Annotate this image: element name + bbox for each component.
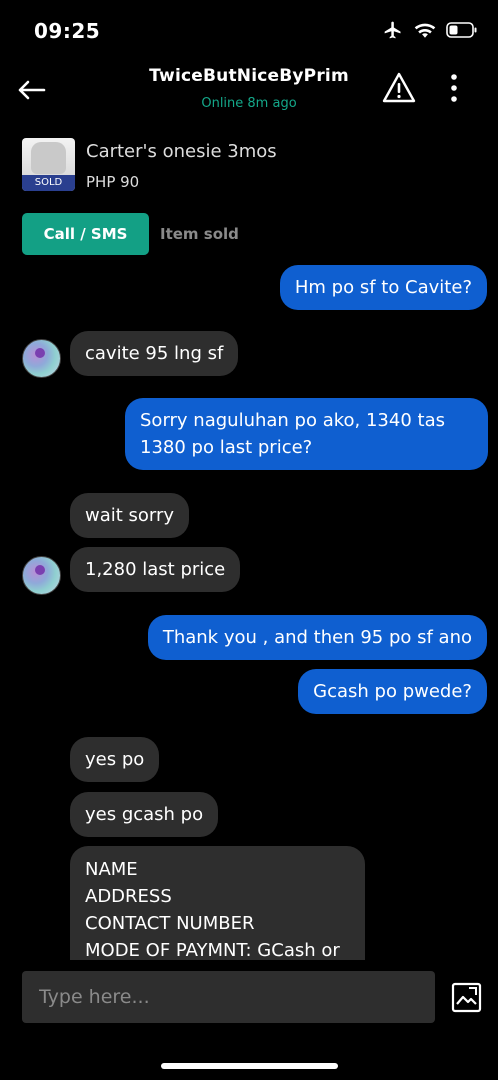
item-sold-status: Item sold xyxy=(160,225,239,243)
message-bubble-received: yes po xyxy=(70,737,160,782)
call-sms-button[interactable]: Call / SMS xyxy=(22,213,149,255)
gallery-icon[interactable] xyxy=(451,982,482,1013)
message-bubble-received: NAME ADDRESS CONTACT NUMBER MODE OF PAYM… xyxy=(70,846,365,960)
status-icons xyxy=(382,20,478,40)
message-bubble-received: wait sorry xyxy=(70,493,190,538)
message-bubble-sent: Gcash po pwede? xyxy=(298,669,487,714)
chat-header: TwiceButNiceByPrim Online 8m ago xyxy=(0,62,498,122)
status-bar: 09:25 xyxy=(0,0,498,62)
home-indicator[interactable] xyxy=(161,1063,338,1069)
avatar[interactable] xyxy=(22,339,61,378)
battery-icon xyxy=(446,22,477,38)
item-thumbnail[interactable]: SOLD xyxy=(22,138,75,191)
message-bubble-sent: Hm po sf to Cavite? xyxy=(279,265,487,310)
message-line: NAME xyxy=(85,859,138,880)
message-input[interactable] xyxy=(22,971,435,1023)
message-bubble-received: 1,280 last price xyxy=(70,547,241,592)
item-card[interactable]: SOLD Carter's onesie 3mos PHP 90 xyxy=(22,138,482,194)
sold-tag: SOLD xyxy=(22,175,75,191)
message-bubble-sent: Sorry naguluhan po ako, 1340 tas 1380 po… xyxy=(125,398,488,470)
item-name: Carter's onesie 3mos xyxy=(86,141,277,162)
wifi-icon xyxy=(414,23,436,38)
message-line: CONTACT NUMBER xyxy=(85,913,255,934)
avatar[interactable] xyxy=(22,556,61,595)
more-vertical-icon[interactable] xyxy=(440,70,468,106)
message-bubble-received: cavite 95 lng sf xyxy=(70,331,239,376)
status-time: 09:25 xyxy=(34,19,101,43)
online-status: Online 8m ago xyxy=(201,96,297,111)
message-line: MODE OF PAYMNT: GCash or xyxy=(85,940,340,960)
airplane-icon xyxy=(384,21,401,39)
message-input-container[interactable] xyxy=(22,971,435,1023)
warning-icon[interactable] xyxy=(381,70,417,106)
item-price: PHP 90 xyxy=(86,173,140,191)
message-line: ADDRESS xyxy=(85,886,172,907)
seller-name: TwiceButNiceByPrim xyxy=(149,66,349,86)
message-bubble-received: yes gcash po xyxy=(70,792,219,837)
message-bubble-sent: Thank you , and then 95 po sf ano xyxy=(147,615,487,660)
